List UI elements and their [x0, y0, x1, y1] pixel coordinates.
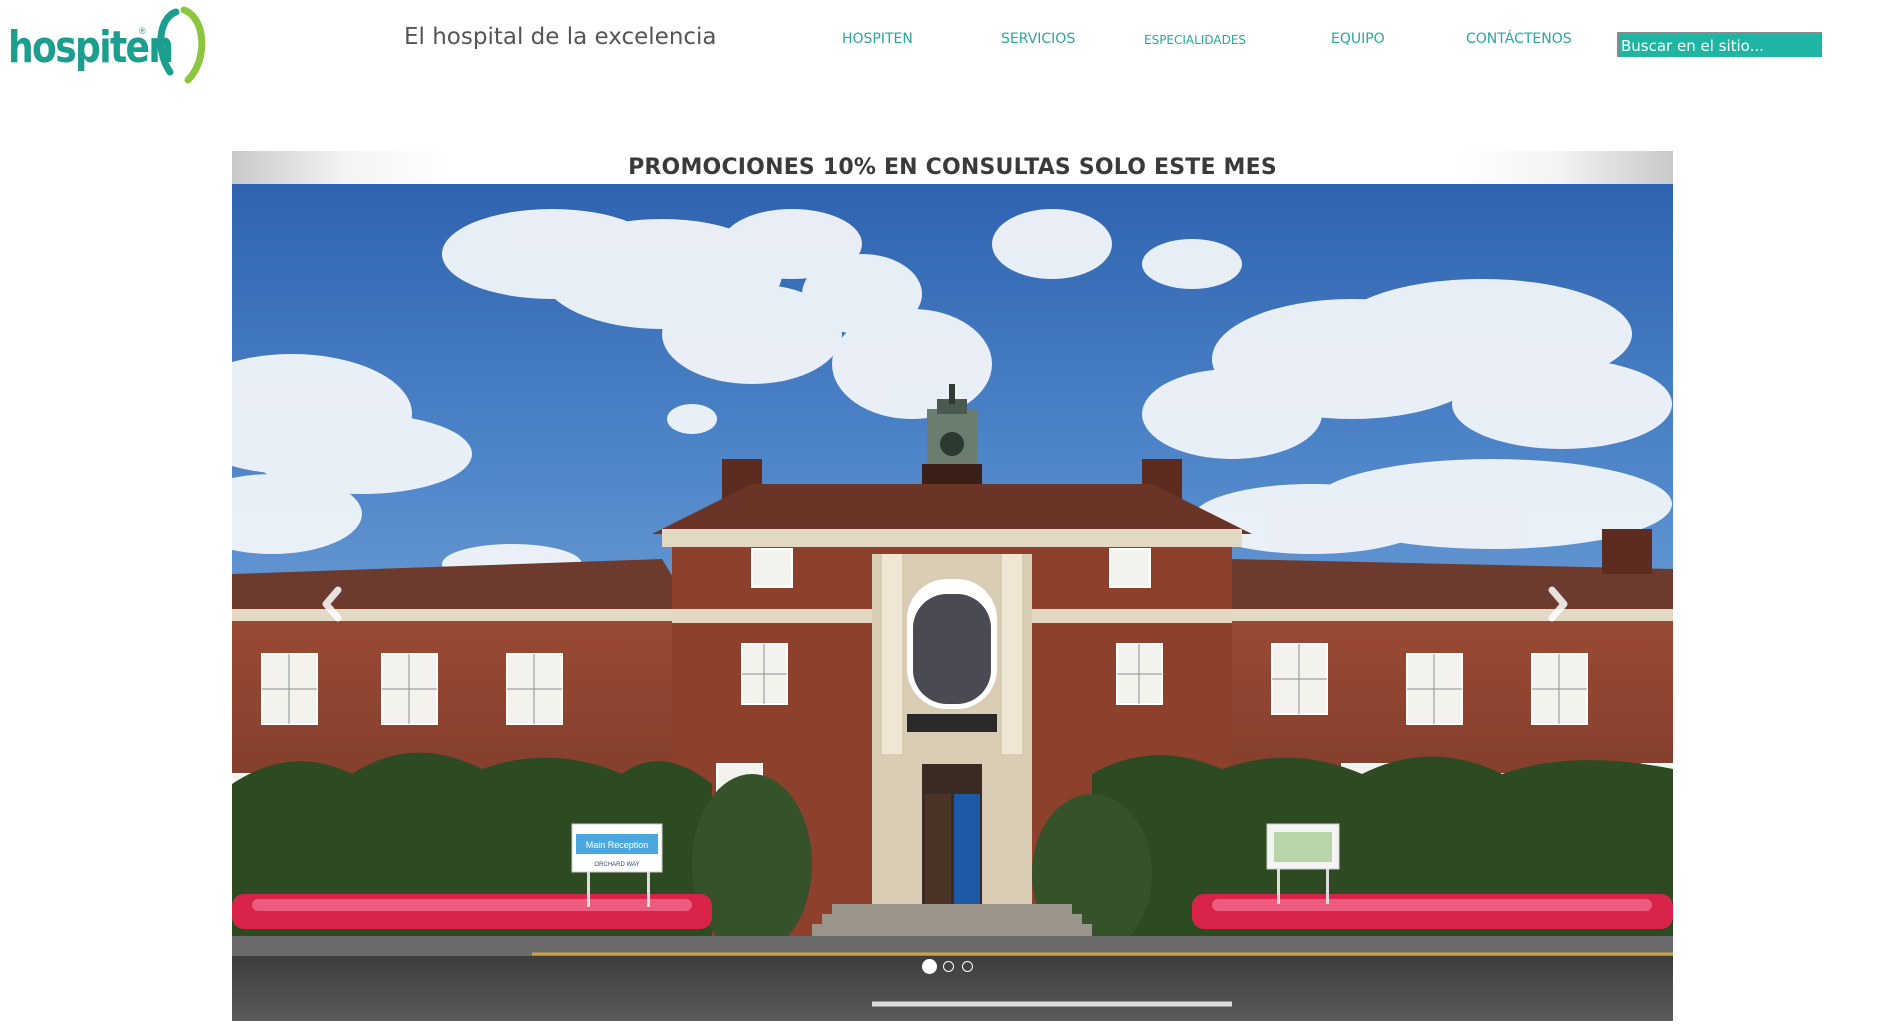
site-tagline: El hospital de la excelencia [404, 24, 717, 50]
slider-dot-1[interactable] [922, 959, 937, 974]
search-input[interactable] [1617, 32, 1822, 57]
promo-banner: PROMOCIONES 10% EN CONSULTAS SOLO ESTE M… [232, 151, 1673, 184]
logo-ring-icon [157, 6, 206, 84]
nav-item-equipo[interactable]: EQUIPO [1331, 31, 1385, 47]
slider-dot-2[interactable] [943, 961, 954, 972]
slider-prev-button[interactable] [312, 564, 372, 644]
chevron-right-icon [1548, 586, 1568, 622]
nav-item-servicios[interactable]: SERVICIOS [1001, 31, 1075, 47]
slider-pagination [922, 959, 1002, 981]
hero-slider[interactable]: Main Reception ORCHARD WAY [232, 184, 1673, 1021]
registered-mark: ® [139, 26, 146, 36]
chevron-left-icon [322, 586, 342, 622]
hospital-building-image: Main Reception ORCHARD WAY [232, 184, 1673, 1021]
sign-text: Main Reception [586, 840, 649, 850]
slider-next-button[interactable] [1532, 564, 1592, 644]
site-header: hospiten ® El hospital de la excelencia … [0, 0, 1878, 100]
nav-item-contactenos[interactable]: CONTÁCTENOS [1466, 31, 1572, 47]
nav-item-especialidades[interactable]: ESPECIALIDADES [1144, 33, 1246, 47]
hospiten-logo[interactable]: hospiten ® [8, 4, 208, 84]
sign-subtext: ORCHARD WAY [595, 862, 640, 868]
promo-title: PROMOCIONES 10% EN CONSULTAS SOLO ESTE M… [628, 155, 1277, 180]
nav-item-hospiten[interactable]: HOSPITEN [842, 31, 913, 47]
logo-wordmark: hospiten [8, 22, 174, 73]
slider-dot-3[interactable] [962, 961, 973, 972]
